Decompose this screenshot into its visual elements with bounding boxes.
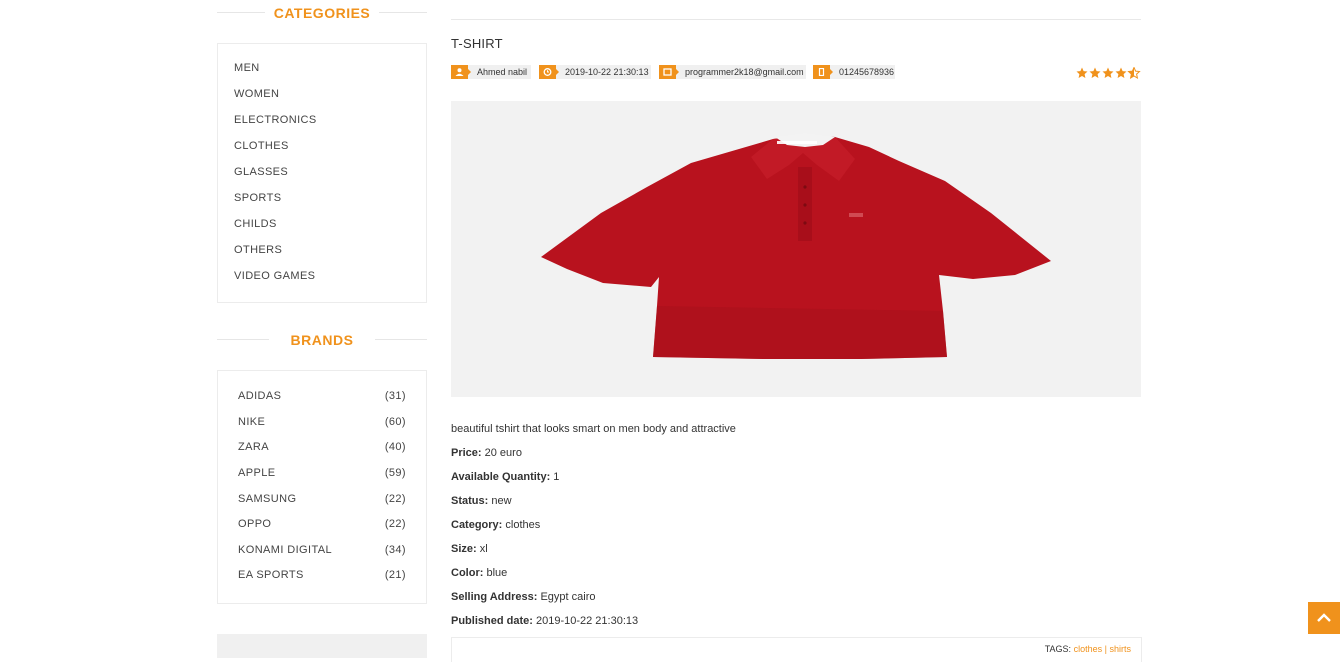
detail-size: Size: xl: [451, 543, 488, 555]
brand-item-ea-sports[interactable]: EA SPORTS (21): [238, 569, 406, 583]
brand-count: (59): [384, 467, 406, 479]
brands-list: ADIDAS (31) NIKE (60) ZARA (40) APPLE (5…: [217, 370, 427, 604]
brand-name: KONAMI DIGITAL: [238, 544, 333, 556]
category-item-men[interactable]: MEN: [234, 62, 260, 74]
user-icon: [451, 65, 468, 79]
badge-arrow: [830, 69, 833, 75]
detail-label: Selling Address:: [451, 591, 538, 603]
detail-label: Color:: [451, 567, 484, 579]
brands-title: BRANDS: [290, 332, 354, 348]
brand-item-konami-digital[interactable]: KONAMI DIGITAL (34): [238, 544, 406, 558]
brand-count: (60): [384, 416, 406, 428]
product-description: beautiful tshirt that looks smart on men…: [451, 423, 736, 435]
detail-value: 2019-10-22 21:30:13: [535, 615, 639, 627]
scroll-to-top-button[interactable]: [1308, 602, 1340, 634]
detail-value: 1: [553, 471, 560, 483]
tags-list: TAGS: clothes | shirts: [1045, 644, 1131, 654]
detail-label: Size:: [451, 543, 477, 555]
star-half-icon: [1128, 67, 1140, 79]
badge-arrow: [676, 69, 679, 75]
sidebar-widget-placeholder: [217, 634, 427, 658]
badge-arrow: [556, 69, 559, 75]
star-icon: [1089, 67, 1101, 78]
tags-bar: TAGS: clothes | shirts: [451, 637, 1142, 662]
author-name: Ahmed nabil: [477, 67, 528, 77]
brand-item-oppo[interactable]: OPPO (22): [238, 518, 406, 532]
category-item-electronics[interactable]: ELECTRONICS: [234, 114, 317, 126]
brand-count: (22): [384, 493, 406, 505]
categories-heading: CATEGORIES: [217, 2, 427, 22]
category-item-others[interactable]: OTHERS: [234, 244, 282, 256]
star-icon: [1102, 67, 1114, 78]
category-item-video-games[interactable]: VIDEO GAMES: [234, 270, 315, 282]
brand-item-apple[interactable]: APPLE (59): [238, 467, 406, 481]
author-badge: Ahmed nabil: [451, 65, 531, 79]
brand-count: (40): [384, 441, 406, 453]
detail-color: Color: blue: [451, 567, 507, 579]
clock-icon: [539, 65, 556, 79]
brand-name: ZARA: [238, 441, 269, 453]
detail-label: Available Quantity:: [451, 471, 551, 483]
date-badge: 2019-10-22 21:30:13: [539, 65, 651, 79]
tag-link-clothes[interactable]: clothes: [1074, 644, 1103, 654]
detail-label: Status:: [451, 495, 489, 507]
categories-title: CATEGORIES: [273, 5, 371, 21]
brands-heading: BRANDS: [217, 329, 427, 349]
star-icon: [1115, 67, 1127, 78]
brand-count: (34): [384, 544, 406, 556]
product-title: T-SHIRT: [451, 36, 503, 51]
detail-price: Price: 20 euro: [451, 447, 522, 459]
phone-badge: 01245678936: [813, 65, 895, 79]
seller-email[interactable]: programmer2k18@gmail.com: [685, 67, 804, 77]
brand-name: NIKE: [238, 416, 266, 428]
phone-icon: [813, 65, 830, 79]
seller-phone: 01245678936: [839, 67, 895, 77]
category-item-childs[interactable]: CHILDS: [234, 218, 277, 230]
red-polo-shirt-icon: [541, 133, 1051, 359]
tags-label: TAGS:: [1044, 644, 1072, 654]
brand-count: (22): [384, 518, 406, 530]
brand-count: (31): [384, 390, 406, 402]
detail-value: xl: [479, 543, 488, 555]
chevron-up-icon: [1317, 613, 1331, 622]
brand-item-adidas[interactable]: ADIDAS (31): [238, 390, 406, 404]
detail-value: Egypt cairo: [540, 591, 596, 603]
published-date: 2019-10-22 21:30:13: [565, 67, 649, 77]
brand-item-samsung[interactable]: SAMSUNG (22): [238, 493, 406, 507]
brand-name: EA SPORTS: [238, 569, 304, 581]
brand-count: (21): [384, 569, 406, 581]
category-item-sports[interactable]: SPORTS: [234, 192, 281, 204]
detail-value: clothes: [505, 519, 541, 531]
badge-arrow: [468, 69, 471, 75]
category-item-women[interactable]: WOMEN: [234, 88, 279, 100]
detail-category: Category: clothes: [451, 519, 540, 531]
brand-name: OPPO: [238, 518, 272, 530]
category-item-glasses[interactable]: GLASSES: [234, 166, 288, 178]
category-item-clothes[interactable]: CLOTHES: [234, 140, 289, 152]
detail-label: Price:: [451, 447, 482, 459]
detail-value: 20 euro: [484, 447, 522, 459]
tag-link-shirts[interactable]: shirts: [1109, 644, 1131, 654]
tag-separator: |: [1104, 644, 1107, 654]
detail-value: blue: [486, 567, 508, 579]
brand-item-zara[interactable]: ZARA (40): [238, 441, 406, 455]
content-divider: [451, 19, 1141, 20]
categories-list: MEN WOMEN ELECTRONICS CLOTHES GLASSES SP…: [217, 43, 427, 303]
brand-name: ADIDAS: [238, 390, 282, 402]
detail-label: Published date:: [451, 615, 533, 627]
detail-value: new: [491, 495, 512, 507]
detail-selling-address: Selling Address: Egypt cairo: [451, 591, 595, 603]
brand-name: SAMSUNG: [238, 493, 297, 505]
email-badge: programmer2k18@gmail.com: [659, 65, 806, 79]
star-icon: [1076, 67, 1088, 78]
brand-name: APPLE: [238, 467, 276, 479]
product-rating: [1076, 67, 1142, 79]
detail-available-quantity: Available Quantity: 1: [451, 471, 559, 483]
mail-icon: [659, 65, 676, 79]
brand-item-nike[interactable]: NIKE (60): [238, 416, 406, 430]
detail-label: Category:: [451, 519, 503, 531]
product-image: [451, 101, 1141, 397]
detail-published-date: Published date: 2019-10-22 21:30:13: [451, 615, 638, 627]
detail-status: Status: new: [451, 495, 512, 507]
